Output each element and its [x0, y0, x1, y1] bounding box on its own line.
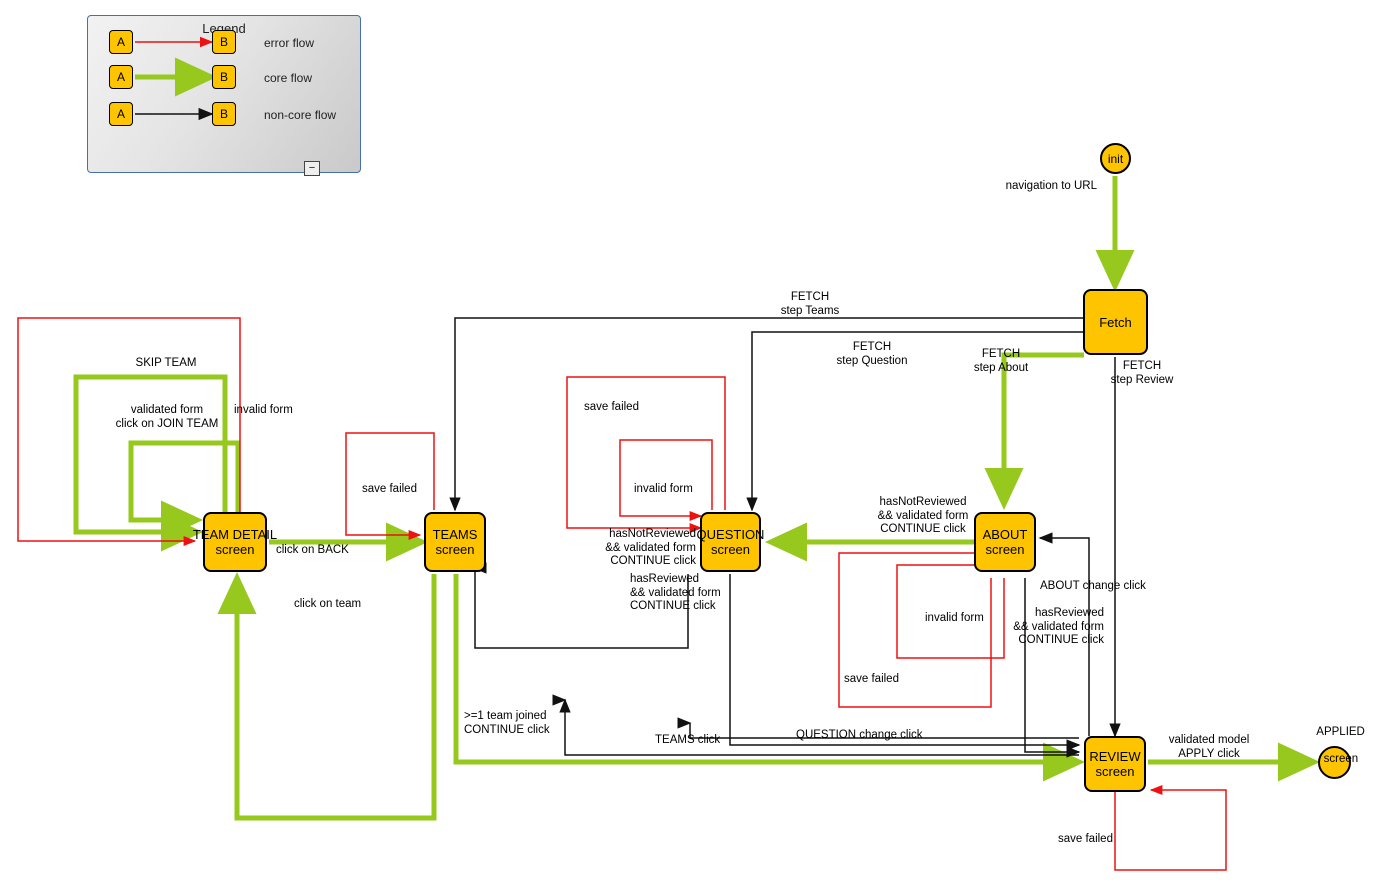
legend-panel: Legend A B error flow A B core flow A B … — [87, 15, 361, 176]
legend-label-core-flow: core flow — [264, 71, 313, 85]
edge-label-teamdetail-teams: click on BACK — [276, 544, 349, 556]
node-question-title: QUESTION — [696, 527, 765, 542]
edge-label-review-savefailed: save failed — [1058, 833, 1113, 845]
node-teams[interactable]: TEAMS screen — [424, 512, 486, 572]
edge-label-about-savefailed: save failed — [844, 673, 899, 685]
edge-label-teamdetail-join: validated form click on JOIN TEAM — [115, 404, 219, 430]
node-question[interactable]: QUESTION screen — [697, 512, 764, 572]
edge-label-review-applied: validated model APPLY click — [1168, 734, 1250, 760]
legend-node-a-error: A — [109, 30, 133, 54]
node-review-title: REVIEW — [1089, 749, 1141, 764]
legend-collapse-button[interactable]: − — [304, 161, 320, 176]
edge-label-teamdetail-invalid: invalid form — [234, 404, 293, 416]
node-team-detail-sub: screen — [215, 542, 255, 557]
node-teams-sub: screen — [435, 542, 475, 557]
node-team-detail[interactable]: TEAM DETAIL screen — [193, 512, 277, 572]
edge-label-init-fetch: navigation to URL — [1005, 180, 1097, 192]
node-about-sub: screen — [985, 542, 1025, 557]
legend-node-b-error: B — [212, 30, 236, 54]
node-fetch[interactable]: Fetch — [1083, 289, 1148, 355]
edge-label-teams-savefailed: save failed — [362, 483, 417, 495]
edge-label-question-teams: hasNotReviewed && validated form CONTINUE … — [605, 528, 696, 567]
node-about-title: ABOUT — [982, 527, 1028, 542]
node-teams-title: TEAMS — [432, 527, 478, 542]
edge-label-teams-review: >=1 team joined CONTINUE click — [464, 710, 550, 736]
legend-node-b-core: B — [212, 65, 236, 89]
node-init-label: init — [1107, 151, 1124, 166]
legend-label-non-core-flow: non-core flow — [264, 108, 337, 122]
legend-node-a-core: A — [109, 65, 133, 89]
diagram-canvas: init Fetch TEAM DETAIL screen TEAMS scre… — [0, 0, 1378, 887]
edge-label-fetch-question: FETCH step Question — [836, 341, 908, 367]
edge-label-review-question: QUESTION change click — [796, 729, 923, 741]
node-review[interactable]: REVIEW screen — [1084, 736, 1146, 792]
edge-label-about-review: hasReviewed && validated form CONTINUE cli… — [1013, 607, 1104, 646]
edge-label-fetch-review: FETCH step Review — [1110, 360, 1174, 386]
edge-label-question-invalid: invalid form — [634, 483, 693, 495]
node-init[interactable]: init — [1100, 143, 1131, 174]
legend-node-b-noncore: B — [212, 102, 236, 126]
node-fetch-label: Fetch — [1099, 314, 1132, 330]
legend-label-error-flow: error flow — [264, 36, 315, 50]
edge-label-about-invalid: invalid form — [925, 612, 984, 624]
edge-label-fetch-about: FETCH step About — [973, 348, 1029, 374]
edge-label-teams-teamdetail: click on team — [294, 598, 362, 610]
edge-label-question-savefailed: save failed — [584, 401, 639, 413]
legend-node-a-noncore: A — [109, 102, 133, 126]
node-applied-label: APPLIED screen — [1316, 725, 1365, 765]
node-about[interactable]: ABOUT screen — [974, 512, 1036, 572]
node-team-detail-title: TEAM DETAIL — [192, 527, 278, 542]
edge-label-teamdetail-skip: SKIP TEAM — [135, 357, 197, 369]
edge-label-fetch-teams: FETCH step Teams — [780, 291, 840, 317]
node-question-sub: screen — [710, 542, 751, 557]
node-review-sub: screen — [1095, 764, 1135, 779]
edge-label-review-teams: TEAMS click — [655, 734, 721, 746]
edge-label-about-question: hasNotReviewed && validated form CONTINUE … — [877, 496, 969, 535]
edge-label-question-review: hasReviewed && validated form CONTINUE cli… — [630, 573, 721, 612]
edge-label-review-about: ABOUT change click — [1040, 580, 1146, 592]
